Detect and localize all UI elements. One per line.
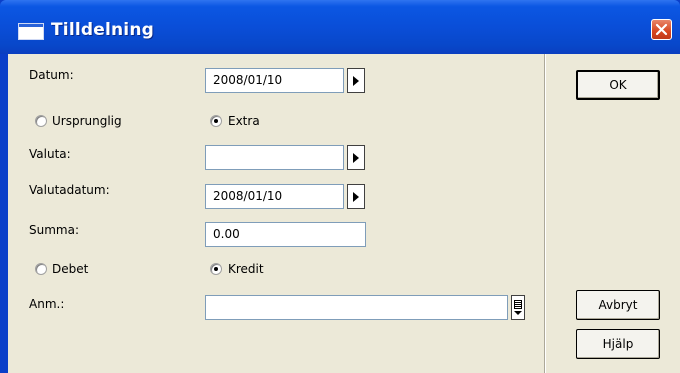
dialog-client-area: Datum: 2008/01/10 Ursprunglig Extra Valu… xyxy=(8,54,680,373)
list-dropdown-icon xyxy=(514,300,522,309)
radio-debet-label[interactable]: Debet xyxy=(52,262,88,276)
valutadatum-field[interactable]: 2008/01/10 xyxy=(205,184,344,209)
window-icon xyxy=(18,23,44,40)
chevron-down-icon xyxy=(514,311,522,315)
close-icon xyxy=(655,23,668,36)
valuta-picker-button[interactable] xyxy=(347,145,365,170)
anm-list-button[interactable] xyxy=(511,295,525,320)
radio-kredit[interactable] xyxy=(210,263,222,275)
ok-button[interactable]: OK xyxy=(576,70,660,100)
anm-label: Anm.: xyxy=(29,297,65,311)
radio-extra-label[interactable]: Extra xyxy=(228,114,260,128)
help-button[interactable]: Hjälp xyxy=(576,329,660,359)
cancel-button[interactable]: Avbryt xyxy=(576,290,660,320)
right-arrow-icon xyxy=(353,153,359,163)
title-bar[interactable]: Tilldelning xyxy=(0,0,680,54)
valuta-field[interactable] xyxy=(205,145,344,170)
radio-ursprunglig[interactable] xyxy=(35,115,47,127)
dialog-window: Tilldelning Datum: 2008/01/10 Ursprungli… xyxy=(0,0,680,373)
close-button[interactable] xyxy=(651,19,672,40)
radio-debet[interactable] xyxy=(35,263,47,275)
valutadatum-picker-button[interactable] xyxy=(347,184,365,209)
summa-field[interactable]: 0.00 xyxy=(205,222,366,247)
anm-field[interactable] xyxy=(205,295,508,320)
right-arrow-icon xyxy=(353,76,359,86)
summa-label: Summa: xyxy=(29,223,79,237)
radio-kredit-label[interactable]: Kredit xyxy=(228,262,264,276)
datum-field[interactable]: 2008/01/10 xyxy=(205,68,344,93)
window-title: Tilldelning xyxy=(51,20,155,40)
radio-extra[interactable] xyxy=(210,115,222,127)
valuta-label: Valuta: xyxy=(29,147,71,161)
radio-ursprunglig-label[interactable]: Ursprunglig xyxy=(52,114,122,128)
datum-label: Datum: xyxy=(29,68,74,82)
right-arrow-icon xyxy=(353,192,359,202)
vertical-divider xyxy=(544,54,546,373)
valutadatum-label: Valutadatum: xyxy=(29,183,110,197)
datum-picker-button[interactable] xyxy=(347,68,365,93)
